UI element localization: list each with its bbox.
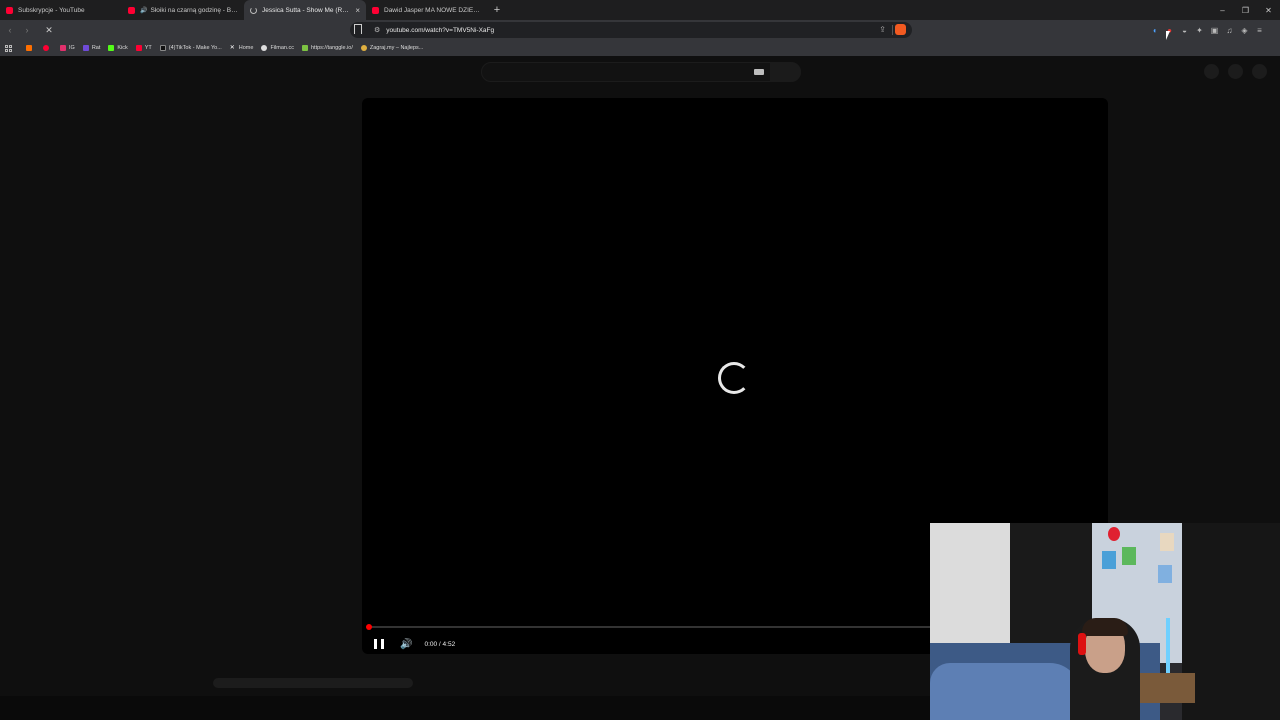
youtube-favicon-icon	[6, 6, 13, 14]
browser-window: Subskrypcje - YouTube 🔊 Słoiki na czarną…	[0, 0, 1280, 720]
webcam-poster	[1102, 551, 1116, 569]
bookmark-icon[interactable]	[354, 24, 362, 34]
brave-shields-icon[interactable]	[895, 24, 906, 35]
tab-title: Subskrypcje - YouTube	[18, 6, 85, 14]
tab-title: Słoiki na czarną godzinę - Biała L...	[150, 6, 238, 14]
tab-sloiki[interactable]: 🔊 Słoiki na czarną godzinę - Biała L...	[122, 0, 244, 20]
forward-button[interactable]: ›	[20, 23, 34, 37]
sidebar-icon[interactable]: ▣	[1207, 26, 1222, 35]
site-info-icon[interactable]: ⚙	[374, 26, 380, 34]
loading-spinner-icon	[718, 362, 750, 394]
back-button[interactable]: ‹	[3, 23, 17, 37]
address-bar[interactable]: ⚙ youtube.com/watch?v=TMV5Ni-XaFg ⇪	[350, 22, 912, 38]
create-button[interactable]	[1204, 64, 1219, 79]
tab-title: Jessica Sutta - Show Me (Roma L...	[262, 6, 352, 14]
keyboard-icon[interactable]	[754, 69, 764, 75]
minimize-button[interactable]: –	[1211, 0, 1234, 20]
webcam-poster	[1158, 565, 1172, 583]
speaker-icon[interactable]: 🔊	[140, 7, 147, 14]
webcam-headphones	[1078, 633, 1086, 655]
duration: 4:52	[442, 640, 456, 648]
webcam-hair	[1082, 618, 1128, 636]
tab-dawid-jasper[interactable]: Dawid Jasper MA NOWE DZIECKO, M...	[366, 0, 488, 20]
x-icon: ✕	[229, 45, 235, 51]
bookmark-item[interactable]	[26, 45, 35, 51]
tab-title: Dawid Jasper MA NOWE DZIECKO, M...	[384, 6, 482, 14]
bookmark-kick[interactable]: Kick	[108, 45, 128, 51]
search-button[interactable]	[770, 62, 801, 82]
new-tab-button[interactable]: +	[490, 3, 504, 17]
loading-favicon-icon	[250, 6, 257, 14]
audio-extension-icon[interactable]: ◖	[1147, 26, 1162, 35]
menu-icon[interactable]: ≡	[1252, 26, 1267, 35]
bookmark-rat[interactable]: Rat	[82, 45, 100, 51]
youtube-favicon-icon	[372, 6, 379, 14]
mouse-cursor-icon	[1166, 31, 1174, 40]
bookmark-item[interactable]	[43, 45, 52, 51]
tanggle-icon	[301, 45, 308, 51]
tab-jessica-sutta[interactable]: Jessica Sutta - Show Me (Roma L... ×	[244, 0, 366, 20]
bookmark-ig[interactable]: IG	[60, 45, 75, 51]
youtube-icon	[135, 45, 142, 51]
bookmark-tanggle[interactable]: https://tanggle.io/	[301, 45, 353, 51]
current-time: 0:00	[424, 640, 438, 648]
webcam-balloon	[1108, 527, 1120, 541]
window-controls: – ❐ ✕	[1211, 0, 1280, 20]
apps-grid-icon[interactable]	[5, 44, 12, 52]
music-icon[interactable]: ♫	[1222, 26, 1237, 35]
webcam-shelf	[1135, 673, 1195, 703]
toolbar: ‹ › ✕ ⚙ youtube.com/watch?v=TMV5Ni-XaFg …	[0, 20, 1280, 40]
youtube-favicon-icon	[128, 6, 135, 14]
bookmark-filman[interactable]: Filman.cc	[261, 45, 294, 51]
tiktok-icon	[159, 45, 166, 51]
stop-loading-button[interactable]: ✕	[42, 23, 56, 37]
bookmark-zagraj[interactable]: Zagraj.my – Najleps...	[360, 45, 423, 51]
zagraj-icon	[360, 45, 367, 51]
bookmark-favicon-icon	[26, 45, 32, 51]
bookmarks-bar: IG Rat Kick YT (4)TikTok - Make Yo... ✕ H…	[0, 40, 1280, 56]
wallet-icon[interactable]: ◈	[1237, 26, 1252, 35]
webcam-lamp	[1166, 618, 1170, 678]
webcam-curtain	[1182, 523, 1280, 720]
incognito-icon[interactable]: ◒	[1177, 26, 1192, 35]
webcam-poster	[1122, 547, 1136, 565]
divider	[892, 25, 893, 35]
volume-icon[interactable]: 🔊	[400, 639, 412, 650]
twitch-icon	[82, 45, 89, 51]
bookmark-tiktok[interactable]: (4)TikTok - Make Yo...	[159, 45, 222, 51]
puzzle-icon[interactable]: ✦	[1192, 26, 1207, 35]
time-separator: /	[438, 640, 441, 648]
bookmark-favicon-icon	[43, 45, 49, 51]
pause-icon[interactable]	[374, 639, 384, 649]
video-title-placeholder	[213, 678, 413, 688]
search-input[interactable]	[481, 62, 801, 82]
close-tab-icon[interactable]: ×	[355, 6, 360, 15]
kick-icon	[108, 45, 115, 51]
bookmark-yt[interactable]: YT	[135, 45, 152, 51]
restore-button[interactable]: ❐	[1234, 0, 1257, 20]
url-text[interactable]: youtube.com/watch?v=TMV5Ni-XaFg	[386, 27, 494, 34]
scrubber-handle[interactable]	[366, 624, 372, 630]
share-icon[interactable]: ⇪	[879, 25, 886, 34]
bookmark-home[interactable]: ✕ Home	[230, 45, 254, 51]
extensions-area: ◖ ● ◒ ✦ ▣ ♫ ◈ ≡	[1147, 20, 1267, 40]
instagram-icon	[60, 45, 66, 51]
filman-icon	[261, 45, 268, 51]
time-display: 0:00 / 4:52	[424, 641, 455, 648]
close-window-button[interactable]: ✕	[1257, 0, 1280, 20]
tab-subskrypcje[interactable]: Subskrypcje - YouTube	[0, 0, 122, 20]
webcam-overlay	[930, 523, 1280, 720]
tab-strip: Subskrypcje - YouTube 🔊 Słoiki na czarną…	[0, 0, 1280, 20]
webcam-blanket	[930, 663, 1080, 720]
avatar[interactable]	[1252, 64, 1267, 79]
webcam-poster	[1160, 533, 1174, 551]
notifications-button[interactable]	[1228, 64, 1243, 79]
